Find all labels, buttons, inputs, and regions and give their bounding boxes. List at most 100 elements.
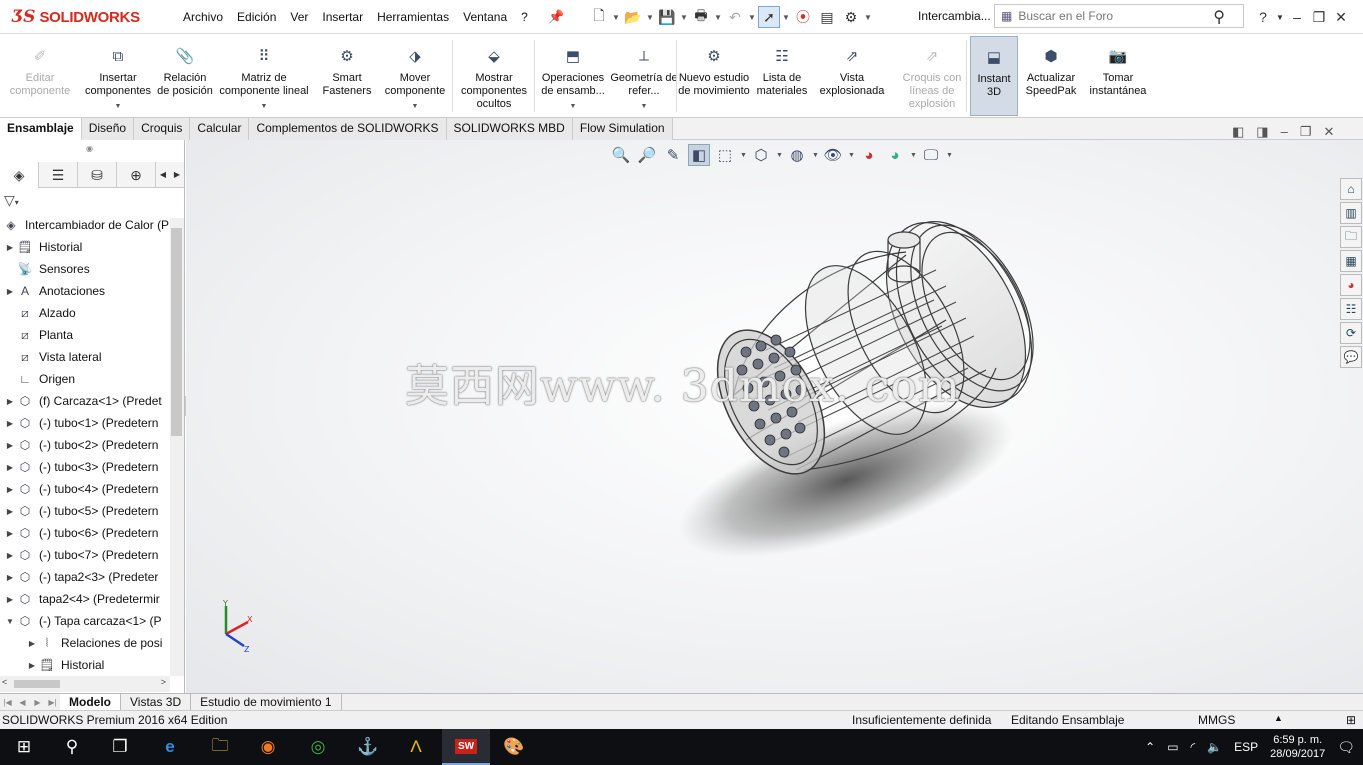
solidworks-logo[interactable]: ƷS SOLIDWORKS <box>12 4 154 30</box>
tree-item[interactable]: ▶ ⬡ (-) tubo<4> (Predetern <box>4 478 158 500</box>
chevron-down-icon[interactable]: ▼ <box>776 152 783 159</box>
windows-start-icon[interactable]: ⊞ <box>0 729 48 765</box>
file-explorer-icon[interactable]: 🗀 <box>1340 226 1362 248</box>
expand-arrow-icon[interactable]: ▶ <box>4 485 16 494</box>
solidworks-forum-icon[interactable]: ⟳ <box>1340 322 1362 344</box>
tab-calcular[interactable]: Calcular <box>190 118 250 140</box>
chevron-down-icon[interactable]: ▼ <box>1274 13 1286 22</box>
chevron-down-icon[interactable]: ▼ <box>646 13 654 22</box>
close-document-icon[interactable]: ✕ <box>1323 124 1334 140</box>
expand-arrow-icon[interactable]: ▶ <box>26 661 38 670</box>
expand-arrow-icon[interactable]: ▶ <box>4 507 16 516</box>
expand-arrow-icon[interactable]: ▶ <box>4 397 16 406</box>
search-input[interactable]: Buscar en el Foro <box>1018 9 1113 23</box>
chevron-down-icon[interactable]: ▼ <box>115 100 122 113</box>
expand-arrow-icon[interactable]: ▶ <box>4 573 16 582</box>
configuration-manager-tab-icon[interactable]: ⛁ <box>78 162 117 188</box>
tree-item[interactable]: ⧄ Vista lateral <box>4 346 101 368</box>
help-icon[interactable]: ? <box>1252 9 1274 25</box>
tree-item[interactable]: ▶ 🗒 Historial <box>4 236 82 258</box>
chevron-down-icon[interactable]: ▼ <box>261 100 268 113</box>
tab-flow-simulation[interactable]: Flow Simulation <box>572 118 673 140</box>
game-app-icon[interactable]: ⚓ <box>344 729 392 765</box>
expand-arrow-icon[interactable]: ▶ <box>4 595 16 604</box>
last-tab-icon[interactable]: ▶| <box>45 698 60 707</box>
menu-item-6[interactable]: ? <box>514 10 535 24</box>
scroll-left-icon[interactable]: < <box>2 677 7 687</box>
tab-complementos-de-solidworks[interactable]: Complementos de SOLIDWORKS <box>249 118 447 140</box>
graphics-area[interactable] <box>186 140 1363 693</box>
pin-icon[interactable]: 📌 <box>548 9 564 25</box>
tree-item[interactable]: ▶ ⬡ tapa2<4> (Predetermir <box>4 588 160 610</box>
view-settings-icon[interactable]: 🖵 <box>920 144 942 166</box>
firefox-icon[interactable]: ◉ <box>244 729 292 765</box>
view-orientation-icon[interactable]: ⬡ <box>750 144 772 166</box>
tree-item[interactable]: ▶ ⬡ (-) tubo<5> (Predetern <box>4 500 158 522</box>
restore-document-icon[interactable]: ❐ <box>1300 124 1312 140</box>
edit-appearance-icon[interactable]: ◕ <box>858 144 880 166</box>
volume-icon[interactable]: 🔈 <box>1207 740 1222 754</box>
bottom-tab-1[interactable]: Vistas 3D <box>121 693 192 711</box>
scroll-right-icon[interactable]: > <box>161 677 166 687</box>
tree-root[interactable]: ◈ Intercambiador de Calor (P <box>2 214 169 236</box>
view-palette-icon[interactable]: ▦ <box>1340 250 1362 272</box>
display-style-icon[interactable]: ◍ <box>786 144 808 166</box>
battery-icon[interactable]: ▭ <box>1167 740 1178 754</box>
solidworks-taskbar-icon[interactable]: SW <box>442 729 490 765</box>
chevron-down-icon[interactable]: ▼ <box>641 100 648 113</box>
chevron-down-icon[interactable]: ▼ <box>740 152 747 159</box>
undo-icon[interactable]: ↶ <box>724 6 746 28</box>
ribbon-button-motion-study[interactable]: ⚙ Nuevo estudio de movimiento <box>678 36 750 116</box>
chevron-down-icon[interactable]: ▼ <box>848 152 855 159</box>
ribbon-button-assembly-features[interactable]: ⬒ Operaciones de ensamb... ▼ <box>536 36 610 116</box>
save-icon[interactable]: 💾 <box>656 6 678 28</box>
ribbon-button-explode-line-sketch[interactable]: ⇗ Croquis con líneas de explosión <box>892 36 972 116</box>
wifi-icon[interactable]: ◜ <box>1191 740 1196 754</box>
tree-item[interactable]: ▶ A Anotaciones <box>4 280 105 302</box>
chevron-down-icon[interactable]: ▼ <box>910 152 917 159</box>
menu-item-5[interactable]: Ventana <box>456 10 514 24</box>
tray-expand-icon[interactable]: ⌃ <box>1145 740 1155 754</box>
tree-item[interactable]: ▶ ⬡ (f) Carcaza<1> (Predet <box>4 390 162 412</box>
units-selector[interactable]: MMGS <box>1198 713 1235 727</box>
next-tab-icon[interactable]: ▶ <box>30 698 45 707</box>
chevron-down-icon[interactable]: ▼ <box>412 100 419 113</box>
solidworks-resources-icon[interactable]: ⌂ <box>1340 178 1362 200</box>
ribbon-button-smart-fasteners[interactable]: ⚙ Smart Fasteners <box>316 36 378 116</box>
dynamic-annotation-icon[interactable]: ⬚ <box>714 144 736 166</box>
expand-arrow-icon[interactable]: ▶ <box>4 441 16 450</box>
heat-exchanger-model[interactable] <box>186 140 1363 693</box>
expand-arrow-icon[interactable]: ▶ <box>4 419 16 428</box>
chevron-down-icon[interactable]: ▼ <box>714 13 722 22</box>
expand-arrow-icon[interactable]: ▶ <box>4 463 16 472</box>
chevron-down-icon[interactable]: ▼ <box>680 13 688 22</box>
chevron-down-icon[interactable]: ▼ <box>864 13 872 22</box>
ribbon-button-move-component[interactable]: ⬗ Mover componente ▼ <box>378 36 452 116</box>
chevron-down-icon[interactable]: ▼ <box>782 13 790 22</box>
select-cursor-icon[interactable]: ➚ <box>758 6 780 28</box>
minimize-document-icon[interactable]: – <box>1281 124 1288 140</box>
tree-hscroll-thumb[interactable] <box>14 680 60 688</box>
ribbon-button-mate[interactable]: 📎 Relación de posición <box>156 36 214 116</box>
property-manager-tab-icon[interactable]: ☰ <box>39 162 78 188</box>
tab-croquis[interactable]: Croquis <box>134 118 191 140</box>
forum-chat-icon[interactable]: 💬 <box>1340 346 1362 368</box>
tree-item[interactable]: ▶ ⬡ (-) tubo<2> (Predetern <box>4 434 158 456</box>
chevron-down-icon[interactable]: ▼ <box>812 152 819 159</box>
feature-manager-tab-icon[interactable]: ◈ <box>0 162 39 188</box>
zoom-to-area-icon[interactable]: 🔎 <box>636 144 658 166</box>
tree-item[interactable]: ▶ ⬡ (-) tubo<3> (Predetern <box>4 456 158 478</box>
tree-item[interactable]: ▶ ⬡ (-) tubo<6> (Predetern <box>4 522 158 544</box>
hide-show-items-icon[interactable]: 👁 <box>822 144 844 166</box>
search-box[interactable]: ▦ Buscar en el Foro ⚲ <box>994 4 1244 28</box>
units-up-arrow-icon[interactable]: ▲ <box>1274 713 1283 723</box>
menu-item-3[interactable]: Insertar <box>315 10 370 24</box>
tile-right-icon[interactable]: ◨ <box>1256 124 1268 140</box>
menu-item-2[interactable]: Ver <box>283 10 315 24</box>
ribbon-button-snapshot[interactable]: 📷 Tomar instantánea <box>1082 36 1154 116</box>
collapse-arrow-icon[interactable]: ▼ <box>4 617 16 626</box>
previous-view-icon[interactable]: ✎ <box>662 144 684 166</box>
ribbon-button-edit-component[interactable]: ✐ Editar componente <box>4 36 76 116</box>
tab-solidworks-mbd[interactable]: SOLIDWORKS MBD <box>446 118 573 140</box>
tree-item[interactable]: ▶ ⬡ (-) tubo<1> (Predetern <box>4 412 158 434</box>
